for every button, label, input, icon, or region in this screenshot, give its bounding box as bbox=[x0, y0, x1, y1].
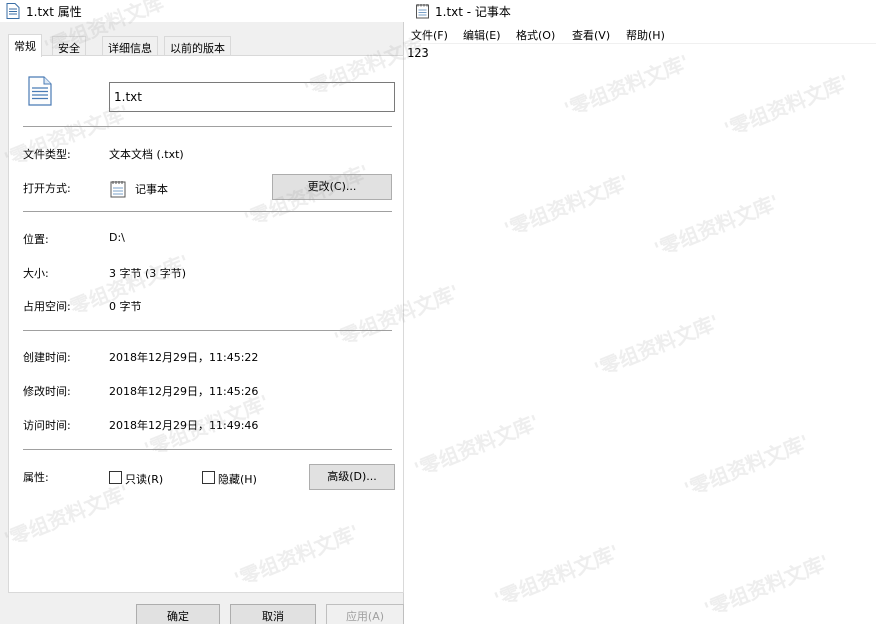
created-label: 创建时间: bbox=[23, 351, 71, 364]
tab-previous-versions[interactable]: 以前的版本 bbox=[164, 36, 231, 56]
menu-bar: 文件(F) 编辑(E) 格式(O) 查看(V) 帮助(H) bbox=[405, 24, 876, 44]
hidden-checkbox[interactable] bbox=[202, 471, 215, 484]
file-type-value: 文本文档 (.txt) bbox=[109, 148, 184, 161]
menu-view[interactable]: 查看(V) bbox=[572, 27, 610, 43]
menu-format[interactable]: 格式(O) bbox=[516, 27, 555, 43]
properties-title: 1.txt 属性 bbox=[26, 5, 82, 19]
ok-button[interactable]: 确定 bbox=[136, 604, 220, 624]
tab-details[interactable]: 详细信息 bbox=[102, 36, 158, 56]
location-label: 位置: bbox=[23, 233, 49, 246]
size-label: 大小: bbox=[23, 267, 49, 280]
location-value: D:\ bbox=[109, 231, 125, 244]
change-button[interactable]: 更改(C)... bbox=[272, 174, 392, 200]
created-value: 2018年12月29日，11:45:22 bbox=[109, 351, 259, 364]
divider bbox=[23, 211, 392, 212]
notepad-title: 1.txt - 记事本 bbox=[435, 5, 511, 19]
menu-help[interactable]: 帮助(H) bbox=[626, 27, 665, 43]
divider bbox=[23, 330, 392, 331]
advanced-button[interactable]: 高级(D)... bbox=[309, 464, 395, 490]
apply-button[interactable]: 应用(A) bbox=[326, 604, 404, 624]
attributes-label: 属性: bbox=[23, 471, 49, 484]
open-with-label: 打开方式: bbox=[23, 182, 71, 195]
notepad-title-bar: 1.txt - 记事本 bbox=[405, 0, 876, 22]
notepad-icon bbox=[109, 180, 127, 198]
properties-dialog: 1.txt 属性 常规 安全 详细信息 以前的版本 文件类型: 文本文档 (.t… bbox=[0, 0, 404, 624]
divider bbox=[23, 449, 392, 450]
disk-size-value: 0 字节 bbox=[109, 300, 142, 313]
tab-general[interactable]: 常规 bbox=[8, 34, 42, 57]
document-icon bbox=[6, 3, 20, 22]
open-with-value: 记事本 bbox=[135, 183, 168, 196]
accessed-label: 访问时间: bbox=[23, 419, 71, 432]
cancel-button[interactable]: 取消 bbox=[230, 604, 316, 624]
file-type-label: 文件类型: bbox=[23, 148, 71, 161]
text-editor[interactable]: 123 bbox=[407, 46, 873, 622]
properties-title-bar: 1.txt 属性 bbox=[0, 0, 404, 22]
divider bbox=[23, 126, 392, 127]
general-tab-panel: 文件类型: 文本文档 (.txt) 打开方式: 记事本 更改(C)... 位置:… bbox=[8, 55, 404, 593]
menu-edit[interactable]: 编辑(E) bbox=[463, 27, 501, 43]
text-file-icon bbox=[27, 76, 53, 106]
menu-file[interactable]: 文件(F) bbox=[411, 27, 448, 43]
readonly-checkbox[interactable] bbox=[109, 471, 122, 484]
notepad-icon bbox=[415, 3, 430, 22]
filename-input[interactable] bbox=[109, 82, 395, 112]
readonly-checkbox-label[interactable]: 只读(R) bbox=[125, 471, 163, 487]
notepad-window: 1.txt - 记事本 文件(F) 编辑(E) 格式(O) 查看(V) 帮助(H… bbox=[405, 0, 876, 624]
size-value: 3 字节 (3 字节) bbox=[109, 267, 187, 280]
disk-size-label: 占用空间: bbox=[23, 300, 71, 313]
tab-security[interactable]: 安全 bbox=[52, 36, 86, 56]
hidden-checkbox-label[interactable]: 隐藏(H) bbox=[218, 471, 257, 487]
modified-value: 2018年12月29日，11:45:26 bbox=[109, 385, 259, 398]
accessed-value: 2018年12月29日，11:49:46 bbox=[109, 419, 259, 432]
modified-label: 修改时间: bbox=[23, 385, 71, 398]
